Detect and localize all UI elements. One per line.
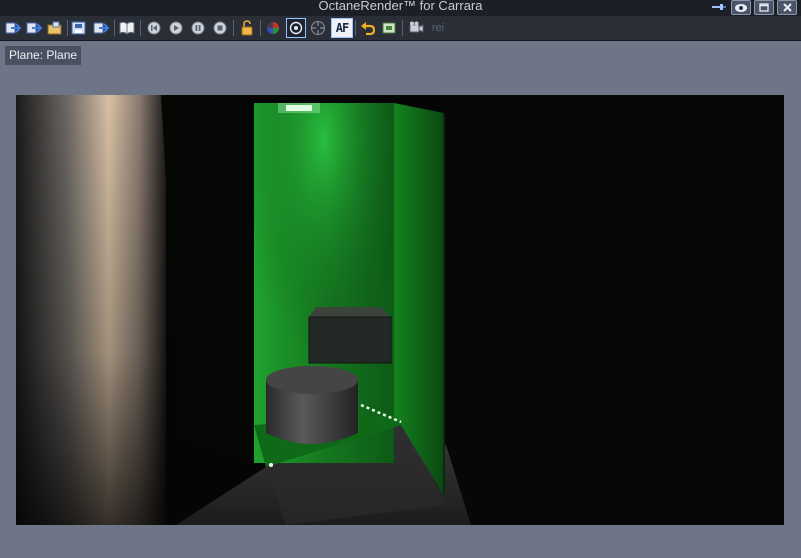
close-icon[interactable] <box>777 0 797 15</box>
export-arrow-icon[interactable] <box>25 19 43 37</box>
book-icon[interactable] <box>118 19 136 37</box>
toolbar-separator <box>140 20 141 36</box>
play-icon[interactable] <box>167 19 185 37</box>
render-image <box>16 95 784 525</box>
title-bar[interactable]: OctaneRender™ for Carrara <box>0 0 801 16</box>
window-controls <box>710 0 797 15</box>
open-folder-icon[interactable] <box>46 19 64 37</box>
stop-icon[interactable] <box>211 19 229 37</box>
maximize-icon[interactable] <box>754 0 774 15</box>
color-sphere-icon[interactable] <box>264 19 282 37</box>
save-image-icon[interactable] <box>70 19 88 37</box>
window-title: OctaneRender™ for Carrara <box>318 0 483 13</box>
eye-icon[interactable] <box>731 0 751 15</box>
send-arrow-icon[interactable] <box>92 19 110 37</box>
toolbar-separator <box>355 20 356 36</box>
pause-icon[interactable] <box>189 19 207 37</box>
pin-icon[interactable] <box>710 0 728 13</box>
toolbar: AF rei <box>0 16 801 41</box>
autofocus-label: AF <box>335 21 349 35</box>
lock-icon[interactable] <box>238 19 256 37</box>
rei-label: rei <box>431 22 445 34</box>
toolbar-separator <box>402 20 403 36</box>
toolbar-separator <box>114 20 115 36</box>
region-render-icon[interactable] <box>380 19 398 37</box>
restart-icon[interactable] <box>145 19 163 37</box>
render-viewport[interactable] <box>16 95 784 525</box>
toolbar-separator <box>233 20 234 36</box>
target-icon[interactable] <box>309 19 327 37</box>
octane-render-window: OctaneRender™ for Carrara AF rei Plane: … <box>0 0 801 558</box>
undo-icon[interactable] <box>359 19 377 37</box>
toolbar-separator <box>260 20 261 36</box>
toolbar-separator <box>67 20 68 36</box>
camera-focus-icon[interactable] <box>286 18 306 38</box>
import-arrow-icon[interactable] <box>4 19 22 37</box>
movie-camera-icon[interactable] <box>407 19 425 37</box>
viewport-label: Plane: Plane <box>5 46 82 65</box>
autofocus-icon[interactable]: AF <box>331 18 353 38</box>
rei-icon[interactable]: rei <box>429 19 447 37</box>
